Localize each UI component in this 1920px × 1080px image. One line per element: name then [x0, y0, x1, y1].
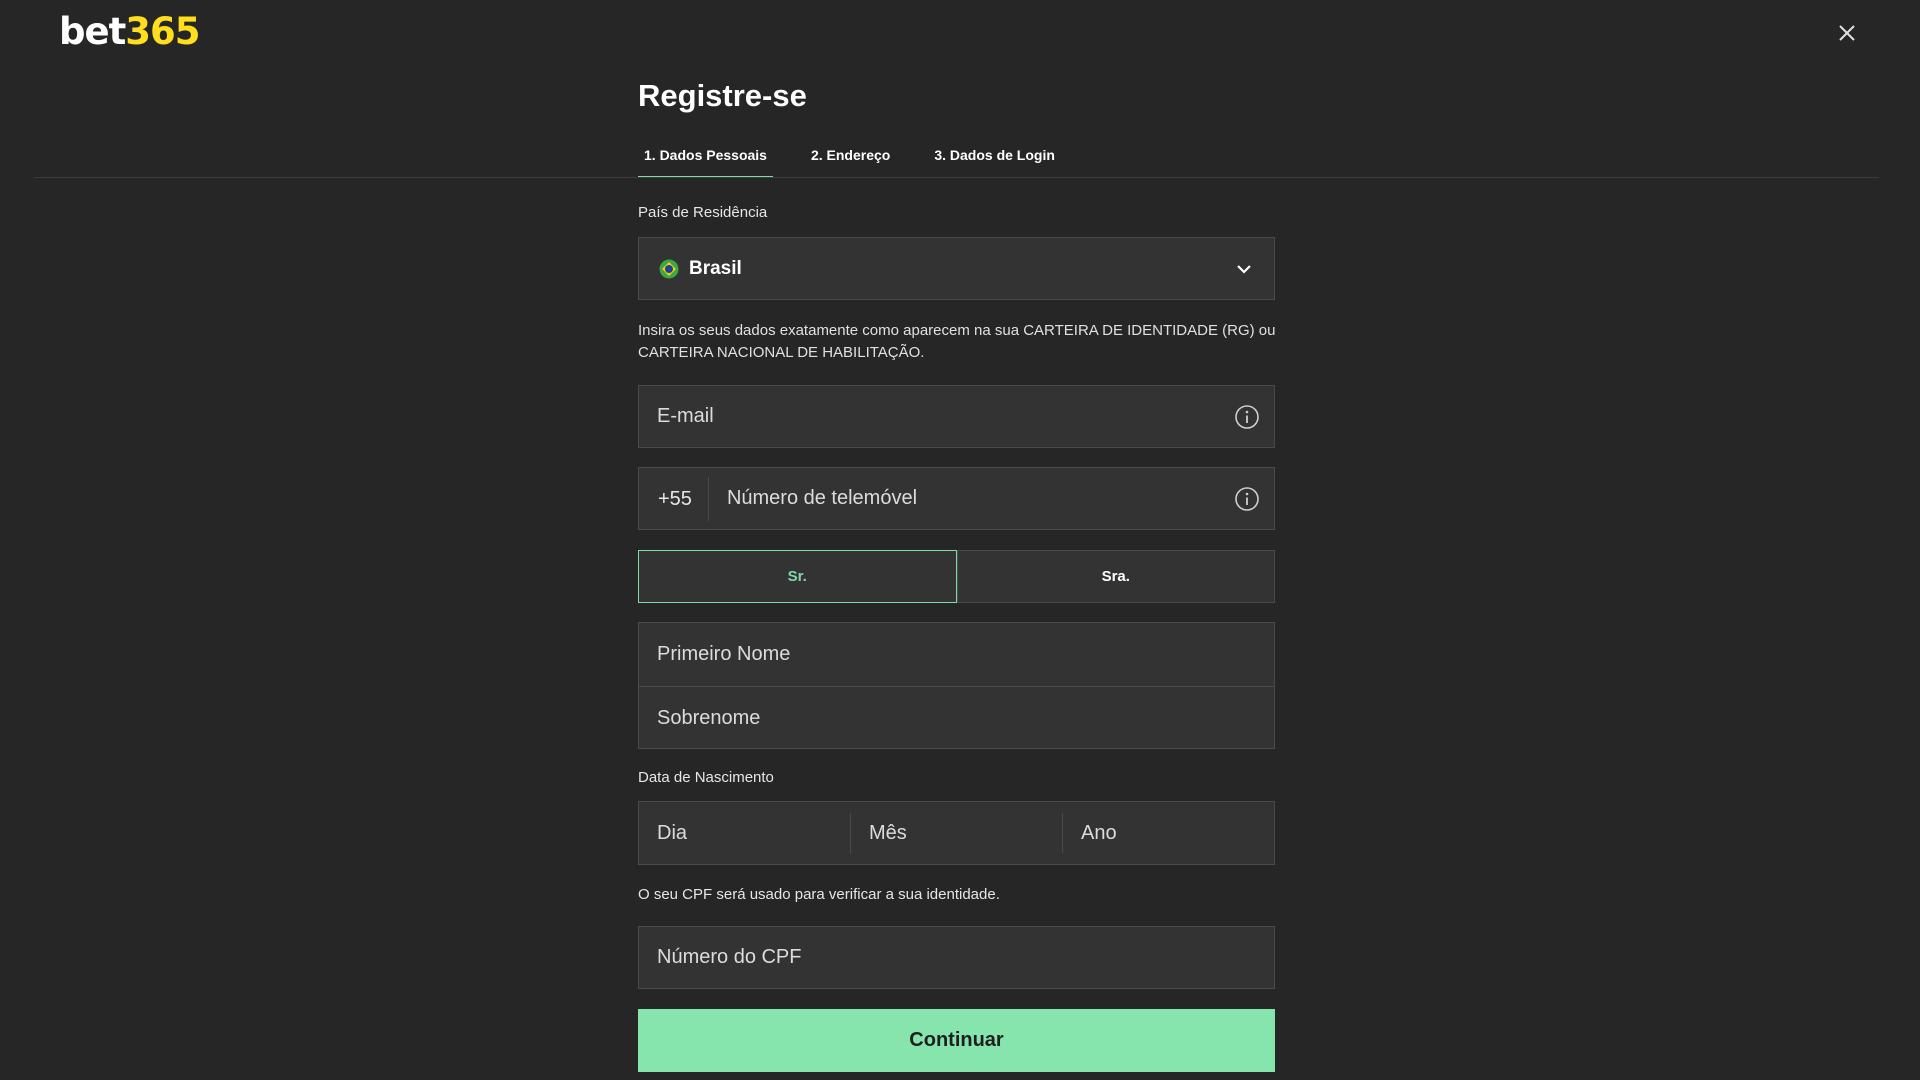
dob-year-input[interactable]: [1063, 813, 1274, 853]
email-field-box: [638, 385, 1275, 448]
registration-steps: 1. Dados Pessoais 2. Endereço 3. Dados d…: [638, 140, 1093, 178]
cpf-field-box: [638, 926, 1275, 989]
bet365-logo[interactable]: bet365: [59, 10, 201, 53]
phone-input[interactable]: [708, 468, 1234, 529]
phone-prefix: +55: [639, 476, 709, 521]
cpf-input[interactable]: [639, 927, 1274, 988]
country-select[interactable]: Brasil: [638, 237, 1275, 300]
info-icon[interactable]: [1234, 486, 1260, 512]
first-name-input[interactable]: [639, 623, 1274, 686]
gender-sra-button[interactable]: Sra.: [956, 550, 1275, 603]
name-fields-box: [638, 622, 1275, 749]
tab-endereco[interactable]: 2. Endereço: [805, 140, 896, 178]
close-button[interactable]: [1834, 20, 1860, 46]
chevron-down-icon: [1237, 264, 1251, 274]
continue-button[interactable]: Continuar: [638, 1009, 1275, 1072]
dob-field-box: [638, 801, 1275, 865]
gender-toggle: Sr. Sra.: [638, 550, 1275, 603]
dob-month-input[interactable]: [851, 813, 1062, 853]
brazil-flag-icon: [659, 259, 679, 278]
dob-label: Data de Nascimento: [638, 769, 774, 786]
logo-part-bet: bet: [59, 10, 126, 53]
country-value: Brasil: [689, 257, 742, 279]
id-info-text: Insira os seus dados exatamente como apa…: [638, 322, 1276, 361]
email-input[interactable]: [639, 386, 1234, 447]
info-icon[interactable]: [1234, 404, 1260, 430]
logo-part-365: 365: [125, 10, 200, 53]
cpf-info-text: O seu CPF será usado para verificar a su…: [638, 886, 1000, 903]
gender-sr-button[interactable]: Sr.: [638, 550, 957, 603]
country-label: País de Residência: [638, 204, 768, 221]
close-icon: [1839, 25, 1855, 41]
last-name-input[interactable]: [639, 687, 1274, 749]
header-divider: [34, 177, 1879, 178]
phone-field-box: +55: [638, 467, 1275, 530]
tab-dados-de-login[interactable]: 3. Dados de Login: [928, 140, 1061, 178]
tab-dados-pessoais[interactable]: 1. Dados Pessoais: [638, 140, 773, 178]
page-title: Registre-se: [638, 78, 807, 113]
dob-day-input[interactable]: [639, 802, 850, 864]
